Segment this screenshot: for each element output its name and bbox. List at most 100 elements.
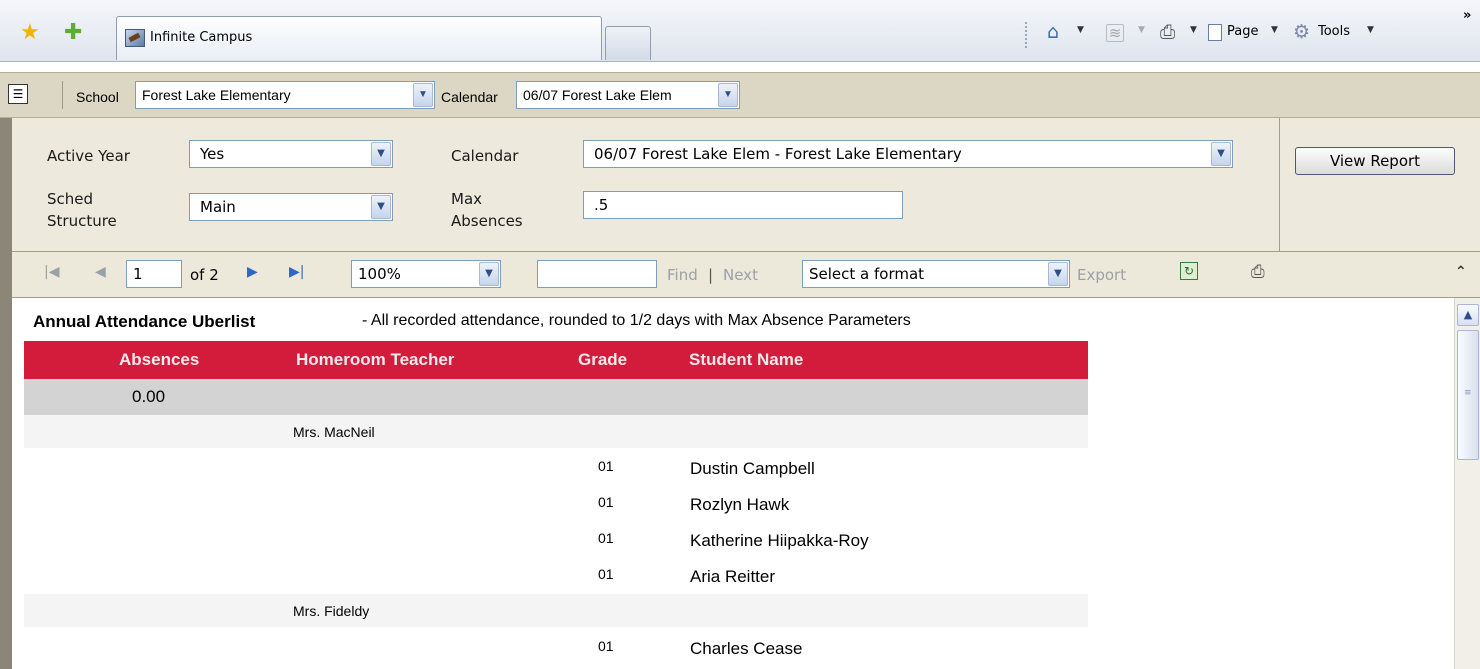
first-page-icon[interactable]: |◀ bbox=[44, 262, 59, 282]
next-page-icon[interactable]: ▶ bbox=[247, 262, 258, 282]
max-absences-label-line1: Max bbox=[451, 190, 483, 208]
find-input[interactable] bbox=[537, 260, 657, 288]
teacher-name: Mrs. Fideldy bbox=[293, 603, 370, 619]
toolbar-separator bbox=[1025, 22, 1027, 48]
teacher-group-row: Mrs. Fideldy bbox=[24, 594, 1088, 627]
chevron-down-icon[interactable]: ▼ bbox=[1211, 142, 1231, 166]
page-dropdown-icon[interactable]: ▼ bbox=[1271, 25, 1278, 35]
report-vertical-scrollbar[interactable]: ▲ ≡ bbox=[1454, 298, 1480, 669]
grade-cell: 01 bbox=[598, 494, 614, 510]
grade-cell: 01 bbox=[598, 458, 614, 474]
print-report-icon[interactable]: ⎙ bbox=[1251, 262, 1265, 282]
page-count-label: of 2 bbox=[190, 266, 219, 284]
calendar-param-value: 06/07 Forest Lake Elem - Forest Lake Ele… bbox=[594, 145, 962, 163]
tools-menu-label[interactable]: Tools bbox=[1318, 24, 1350, 39]
browser-toolbar: ★ ✚ Infinite Campus ⌂ ▼ ≋ ▼ ⎙ ▼ Page ▼ ⚙… bbox=[0, 0, 1480, 62]
param-panel-divider bbox=[1279, 118, 1280, 252]
calendar-select[interactable]: 06/07 Forest Lake Elem ▼ bbox=[516, 81, 740, 109]
feeds-icon[interactable]: ≋ bbox=[1106, 24, 1124, 42]
absence-total-row: 0.00 bbox=[24, 379, 1088, 415]
next-link[interactable]: Next bbox=[723, 265, 758, 285]
chevron-down-icon[interactable]: ▼ bbox=[718, 83, 738, 107]
calendar-param-select[interactable]: 06/07 Forest Lake Elem - Forest Lake Ele… bbox=[583, 140, 1233, 168]
chevron-down-icon[interactable]: ▼ bbox=[371, 195, 391, 219]
last-page-icon[interactable]: ▶| bbox=[289, 262, 304, 282]
teacher-group-row: Mrs. MacNeil bbox=[24, 415, 1088, 448]
scrollbar-grip-icon: ≡ bbox=[1464, 388, 1472, 398]
page-number-value: 1 bbox=[133, 265, 143, 283]
table-row: 01 Aria Reitter bbox=[24, 558, 1088, 594]
calendar-param-label: Calendar bbox=[451, 147, 519, 165]
view-report-button[interactable]: View Report bbox=[1295, 147, 1455, 175]
chevron-down-icon[interactable]: ▼ bbox=[413, 83, 433, 107]
scroll-up-icon[interactable]: ▲ bbox=[1457, 304, 1479, 326]
school-label: School bbox=[76, 89, 119, 105]
tab-title: Infinite Campus bbox=[150, 30, 253, 45]
chevron-down-icon[interactable]: ▼ bbox=[479, 262, 499, 286]
max-absences-input[interactable]: .5 bbox=[583, 191, 903, 219]
toolbar-overflow-icon[interactable]: » bbox=[1463, 8, 1471, 23]
student-name-cell: Dustin Campbell bbox=[690, 459, 815, 478]
home-dropdown-icon[interactable]: ▼ bbox=[1077, 25, 1084, 35]
grade-cell: 01 bbox=[598, 638, 614, 654]
table-row: 01 Rozlyn Hawk bbox=[24, 486, 1088, 522]
app-header-bar: ☰ School Forest Lake Elementary ▼ Calend… bbox=[0, 72, 1480, 118]
scrollbar-thumb[interactable]: ≡ bbox=[1457, 330, 1479, 460]
table-row: 01 Katherine Hiipakka-Roy bbox=[24, 522, 1088, 558]
report-table-header: Absences Homeroom Teacher Grade Student … bbox=[24, 341, 1088, 379]
page-number-input[interactable]: 1 bbox=[126, 260, 182, 288]
app-bar-separator bbox=[62, 81, 63, 109]
sched-structure-label-line2: Structure bbox=[47, 212, 117, 230]
calendar-select-value: 06/07 Forest Lake Elem bbox=[523, 87, 672, 103]
max-absences-value: .5 bbox=[594, 196, 609, 214]
sched-structure-value: Main bbox=[200, 198, 236, 216]
school-select-value: Forest Lake Elementary bbox=[142, 87, 291, 103]
infinite-campus-favicon-icon bbox=[125, 29, 145, 47]
tab-infinite-campus[interactable]: Infinite Campus bbox=[116, 16, 602, 60]
page-icon[interactable] bbox=[1208, 24, 1222, 41]
absence-total-value: 0.00 bbox=[132, 387, 166, 406]
grade-cell: 01 bbox=[598, 530, 614, 546]
school-select[interactable]: Forest Lake Elementary ▼ bbox=[135, 81, 435, 109]
zoom-value: 100% bbox=[358, 265, 401, 283]
print-icon[interactable]: ⎙ bbox=[1160, 22, 1175, 42]
tools-dropdown-icon[interactable]: ▼ bbox=[1367, 25, 1374, 35]
previous-page-icon[interactable]: ◀ bbox=[95, 262, 106, 282]
column-header-absences: Absences bbox=[119, 350, 200, 369]
refresh-icon[interactable]: ↻ bbox=[1180, 262, 1198, 280]
chevron-down-icon[interactable]: ▼ bbox=[1048, 262, 1068, 286]
teacher-name: Mrs. MacNeil bbox=[293, 424, 375, 440]
column-header-homeroom-teacher: Homeroom Teacher bbox=[296, 350, 455, 369]
student-name-cell: Rozlyn Hawk bbox=[690, 495, 790, 514]
new-tab-button[interactable] bbox=[605, 26, 651, 60]
active-year-value: Yes bbox=[200, 145, 225, 163]
chevron-down-icon[interactable]: ▼ bbox=[371, 142, 391, 166]
sched-structure-select[interactable]: Main ▼ bbox=[189, 193, 393, 221]
page-menu-label[interactable]: Page bbox=[1227, 24, 1258, 39]
student-name-cell: Katherine Hiipakka-Roy bbox=[690, 531, 869, 550]
export-format-value: Select a format bbox=[809, 265, 925, 283]
sched-structure-label-line1: Sched bbox=[47, 190, 94, 208]
feeds-dropdown-icon[interactable]: ▼ bbox=[1138, 25, 1145, 35]
sidebar-toggle-icon[interactable]: ☰ bbox=[8, 84, 28, 104]
find-link[interactable]: Find bbox=[667, 265, 698, 285]
home-icon[interactable]: ⌂ bbox=[1047, 22, 1059, 42]
column-header-grade: Grade bbox=[578, 350, 628, 369]
active-year-select[interactable]: Yes ▼ bbox=[189, 140, 393, 168]
gear-icon[interactable]: ⚙ bbox=[1293, 22, 1310, 42]
print-dropdown-icon[interactable]: ▼ bbox=[1190, 25, 1197, 35]
calendar-label: Calendar bbox=[441, 89, 498, 105]
report-content: Annual Attendance Uberlist - All recorde… bbox=[12, 298, 1454, 669]
table-row: 01 Charles Cease bbox=[24, 630, 1088, 666]
table-row: 01 Dustin Campbell bbox=[24, 450, 1088, 486]
student-name-cell: Charles Cease bbox=[690, 639, 803, 658]
export-format-select[interactable]: Select a format ▼ bbox=[802, 260, 1070, 288]
grade-cell: 01 bbox=[598, 566, 614, 582]
export-link[interactable]: Export bbox=[1077, 265, 1126, 285]
max-absences-label-line2: Absences bbox=[451, 212, 523, 230]
add-favorites-icon[interactable]: ✚ bbox=[64, 22, 82, 44]
zoom-select[interactable]: 100% ▼ bbox=[351, 260, 501, 288]
favorites-star-icon[interactable]: ★ bbox=[20, 22, 40, 44]
collapse-toolbar-icon[interactable]: ⌃ bbox=[1455, 262, 1467, 282]
active-year-label: Active Year bbox=[47, 147, 130, 165]
